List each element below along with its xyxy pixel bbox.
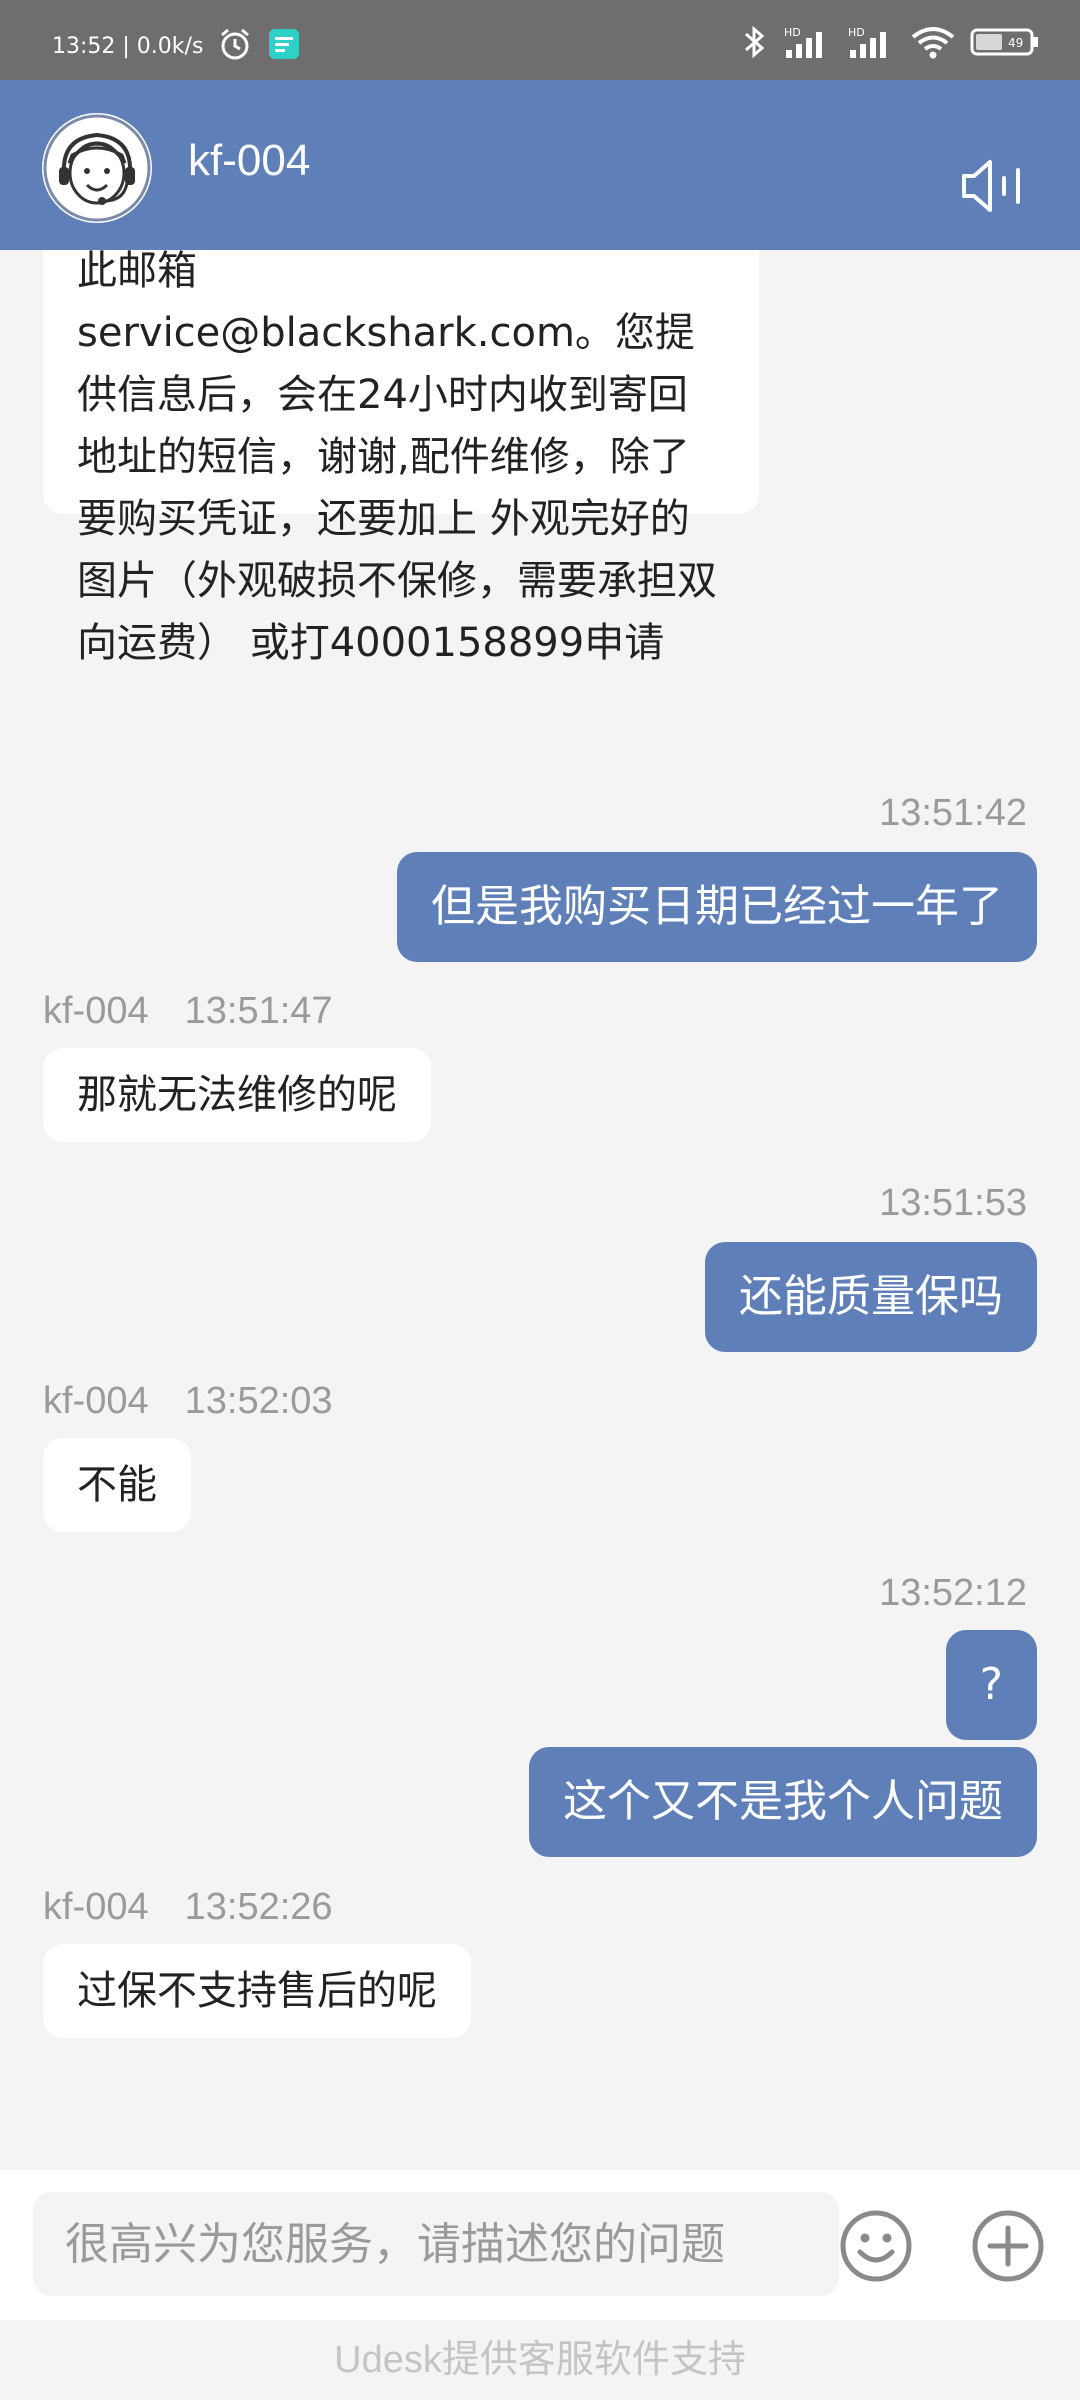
message-timestamp: 13:52:12 xyxy=(879,1572,1027,1614)
message-timestamp: 13:51:47 xyxy=(184,990,333,1032)
message-bubble-incoming[interactable]: 此邮箱 service@blackshark.com。您提供信息后，会在24小时… xyxy=(43,250,759,666)
message-bubble-outgoing[interactable]: 还能质量保吗 xyxy=(705,1242,1037,1352)
speaker-icon[interactable] xyxy=(960,158,1026,214)
agent-avatar[interactable] xyxy=(42,113,152,223)
plus-icon[interactable] xyxy=(970,2208,1046,2284)
chat-message-list[interactable]: 此邮箱 service@blackshark.com。您提供信息后，会在24小时… xyxy=(0,250,1080,2170)
agent-name: kf-004 xyxy=(43,1886,149,1928)
status-bar: 13:52 | 0.0k/s HD HD 49 xyxy=(0,0,1080,80)
message-bubble-outgoing[interactable]: 这个又不是我个人问题 xyxy=(529,1747,1037,1857)
status-time: 13:52 | 0.0k/s xyxy=(52,33,204,59)
message-timestamp: 13:51:53 xyxy=(879,1182,1027,1224)
agent-name: kf-004 xyxy=(43,1380,149,1422)
agent-name: kf-004 xyxy=(43,990,149,1032)
status-right: HD HD 49 xyxy=(742,24,1040,60)
message-notification-icon xyxy=(267,27,301,65)
input-bar: 很高兴为您服务，请描述您的问题 xyxy=(0,2170,1080,2320)
emoji-icon[interactable] xyxy=(838,2208,914,2284)
agent-name-title: kf-004 xyxy=(188,136,311,185)
chat-header: kf-004 xyxy=(0,80,1080,250)
status-left: 13:52 | 0.0k/s xyxy=(52,26,301,66)
svg-text:HD: HD xyxy=(784,26,801,39)
svg-text:HD: HD xyxy=(848,26,865,39)
message-meta: kf-004 13:51:47 xyxy=(43,990,333,1033)
message-timestamp: 13:51:42 xyxy=(879,792,1027,834)
svg-text:49: 49 xyxy=(1008,36,1023,50)
footer-credit: Udesk提供客服软件支持 xyxy=(0,2320,1080,2400)
signal-icon-2: HD xyxy=(846,24,896,60)
wifi-icon xyxy=(910,24,956,60)
message-timestamp: 13:52:26 xyxy=(184,1886,333,1928)
bluetooth-icon xyxy=(742,24,768,60)
message-timestamp: 13:52:03 xyxy=(184,1380,333,1422)
message-bubble-incoming[interactable]: 不能 xyxy=(43,1438,191,1532)
message-meta: kf-004 13:52:26 xyxy=(43,1886,333,1929)
signal-icon-1: HD xyxy=(782,24,832,60)
message-meta: kf-004 13:52:03 xyxy=(43,1380,333,1423)
alarm-icon xyxy=(217,26,253,66)
message-bubble-incoming[interactable]: 那就无法维修的呢 xyxy=(43,1048,431,1142)
message-bubble-outgoing[interactable]: ? xyxy=(945,1630,1037,1740)
battery-icon: 49 xyxy=(970,24,1040,60)
message-input[interactable]: 很高兴为您服务，请描述您的问题 xyxy=(33,2192,839,2296)
message-bubble-incoming[interactable]: 过保不支持售后的呢 xyxy=(43,1944,471,2038)
message-bubble-outgoing[interactable]: 但是我购买日期已经过一年了 xyxy=(397,852,1037,962)
